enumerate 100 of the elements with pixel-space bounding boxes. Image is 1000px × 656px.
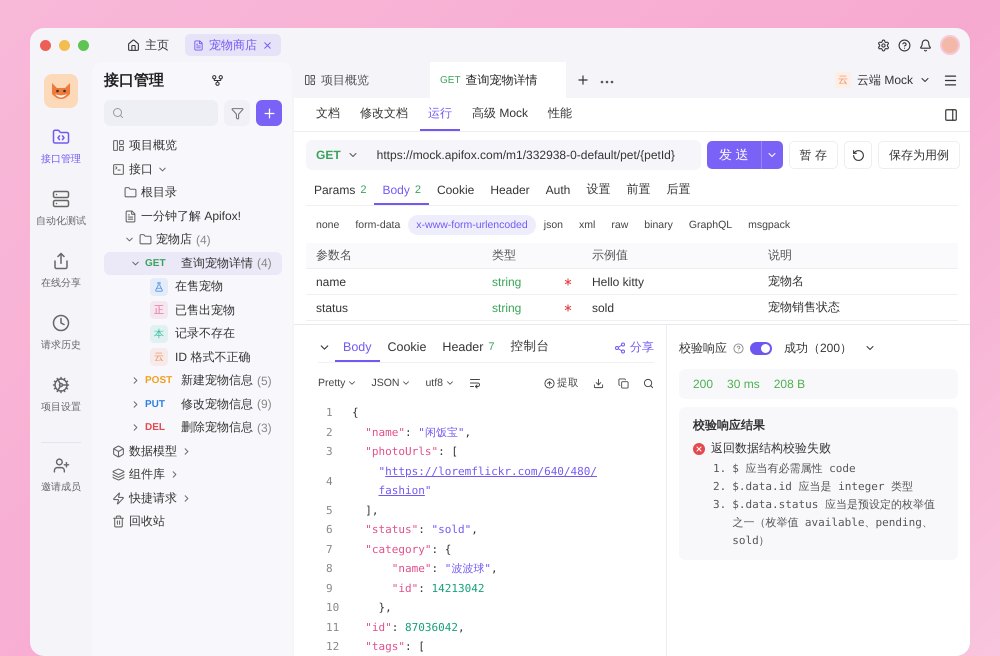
help-icon[interactable] xyxy=(898,38,911,52)
save-button[interactable]: 暂 存 xyxy=(788,141,838,169)
view-tab[interactable]: 文档 xyxy=(308,98,348,131)
response-tab[interactable]: 控制台 xyxy=(502,333,558,362)
plus-icon xyxy=(262,106,276,120)
share-link[interactable]: 分享 xyxy=(614,333,654,362)
tree-item[interactable]: 本 记录不存在 xyxy=(104,322,282,346)
param-tab[interactable]: 设置 xyxy=(578,176,618,205)
item-count: (9) xyxy=(257,397,272,412)
invite-button[interactable]: 邀请成员 xyxy=(41,457,81,519)
tree-item[interactable]: 组件库 xyxy=(104,463,282,486)
trash-icon xyxy=(112,515,125,528)
param-tab[interactable]: Body 2 xyxy=(374,176,429,205)
param-tab[interactable]: Params 2 xyxy=(306,176,374,205)
home-icon xyxy=(127,38,140,52)
body-type-option[interactable]: x-www-form-urlencoded xyxy=(408,215,536,235)
settings-icon[interactable] xyxy=(877,38,890,52)
validation-toggle[interactable] xyxy=(750,342,772,354)
method-label: POST xyxy=(145,375,174,386)
response-tab[interactable]: Header 7 xyxy=(434,333,503,362)
body-type-option[interactable]: msgpack xyxy=(740,215,798,235)
body-type-option[interactable]: json xyxy=(536,215,572,235)
filter-button[interactable] xyxy=(224,100,250,126)
tree-item[interactable]: DEL 删除宠物信息 (3) xyxy=(104,416,282,440)
body-type-option[interactable]: none xyxy=(308,215,348,235)
item-number: 2. xyxy=(713,479,726,495)
environment-select[interactable]: 云 云端 Mock xyxy=(834,72,931,88)
code-line: "status": "sold", xyxy=(364,522,478,538)
nav-item[interactable]: 项目设置 xyxy=(41,376,81,438)
nav-item[interactable]: 接口管理 xyxy=(41,128,81,190)
format-select[interactable]: JSON xyxy=(371,377,412,389)
add-tab-icon[interactable] xyxy=(576,73,590,87)
tree-item[interactable]: 数据模型 xyxy=(104,440,282,463)
tree-item[interactable]: 宠物店 (4) xyxy=(104,228,282,252)
column-header: 说明 xyxy=(758,243,958,269)
branch-icon[interactable] xyxy=(211,74,224,86)
wrap-icon[interactable] xyxy=(468,377,481,389)
document-icon xyxy=(193,40,204,50)
param-tab[interactable]: Cookie xyxy=(428,176,482,205)
tree-item[interactable]: PUT 修改宠物信息 (9) xyxy=(104,392,282,416)
status-select[interactable]: 成功（200） xyxy=(784,340,876,356)
body-type-option[interactable]: GraphQL xyxy=(680,215,740,235)
search-field[interactable] xyxy=(104,100,218,126)
view-tab[interactable]: 性能 xyxy=(540,98,580,131)
menu-icon[interactable] xyxy=(943,72,958,88)
tree-item[interactable]: 根目录 xyxy=(104,181,282,204)
tree-item[interactable]: 正 已售出宠物 xyxy=(104,298,282,322)
line-number: 9 xyxy=(325,580,334,597)
nav-item[interactable]: 在线分享 xyxy=(41,252,81,314)
body-type-option[interactable]: xml xyxy=(571,215,604,235)
tree-item[interactable]: 回收站 xyxy=(104,510,282,534)
add-button[interactable] xyxy=(256,100,282,126)
body-type-option[interactable]: binary xyxy=(636,215,681,235)
format-select[interactable]: Pretty xyxy=(318,377,358,389)
tree-item[interactable]: 快捷请求 xyxy=(104,486,282,510)
validation-label: 校验响应 xyxy=(679,340,727,356)
code-line: "tags": [ xyxy=(364,639,425,656)
reset-button[interactable] xyxy=(844,141,872,169)
param-tab[interactable]: 后置 xyxy=(658,176,698,205)
case-badge: 云 xyxy=(150,348,168,366)
close-window-icon[interactable] xyxy=(40,40,51,50)
column-header: 类型 xyxy=(482,243,582,269)
format-select[interactable]: utf8 xyxy=(425,377,455,389)
tree-item[interactable]: 在售宠物 xyxy=(104,275,282,298)
response-tab[interactable]: Body xyxy=(335,333,380,362)
save-case-button[interactable]: 保存为用例 xyxy=(878,141,960,169)
line-number: 3 xyxy=(325,444,334,460)
download-icon[interactable] xyxy=(593,378,604,388)
body-type-option[interactable]: raw xyxy=(603,215,636,235)
method-label: GET xyxy=(145,258,167,269)
tree-item[interactable]: 一分钟了解 Apifox! xyxy=(104,204,282,228)
view-tab[interactable]: 修改文档 xyxy=(352,98,416,131)
nav-item[interactable]: 请求历史 xyxy=(41,314,81,376)
close-icon[interactable] xyxy=(262,40,273,50)
window-tab[interactable]: 主页 xyxy=(119,34,177,56)
tab-label: 查询宠物详情 xyxy=(466,72,538,88)
send-options-button[interactable] xyxy=(760,141,783,169)
body-type-option[interactable]: form-data xyxy=(347,215,408,235)
window-tab[interactable]: 宠物商店 xyxy=(185,34,281,56)
send-button[interactable]: 发 送 xyxy=(707,141,761,169)
copy-icon[interactable] xyxy=(618,378,629,388)
view-tab[interactable]: 运行 xyxy=(420,98,460,131)
tree-item[interactable]: 接口 xyxy=(104,158,282,181)
view-tab[interactable]: 高级 Mock xyxy=(464,98,536,131)
extract-button[interactable]: 提取 xyxy=(544,376,579,390)
document-tab[interactable]: GET 查询宠物详情 xyxy=(430,62,566,98)
response-tab[interactable]: Cookie xyxy=(380,333,434,362)
panel-icon[interactable] xyxy=(944,108,958,122)
tree-item[interactable]: 项目概览 xyxy=(104,134,282,158)
param-tab[interactable]: Header xyxy=(482,176,538,205)
tree-item[interactable]: POST 新建宠物信息 (5) xyxy=(104,369,282,392)
url-field[interactable]: GET https://mock.apifox.com/m1/332938-0-default/pet/{petId} xyxy=(306,140,702,170)
tree-item[interactable]: 云 ID 格式不正确 xyxy=(104,346,282,369)
tree-item[interactable]: GET 查询宠物详情 (4) xyxy=(104,252,282,275)
column-header: 示例值 xyxy=(582,243,758,269)
bell-icon[interactable] xyxy=(919,38,932,52)
search-icon[interactable] xyxy=(643,378,654,388)
param-tab[interactable]: 前置 xyxy=(618,176,658,205)
nav-item[interactable]: 自动化测试 xyxy=(36,190,86,252)
param-tab[interactable]: Auth xyxy=(538,176,578,205)
